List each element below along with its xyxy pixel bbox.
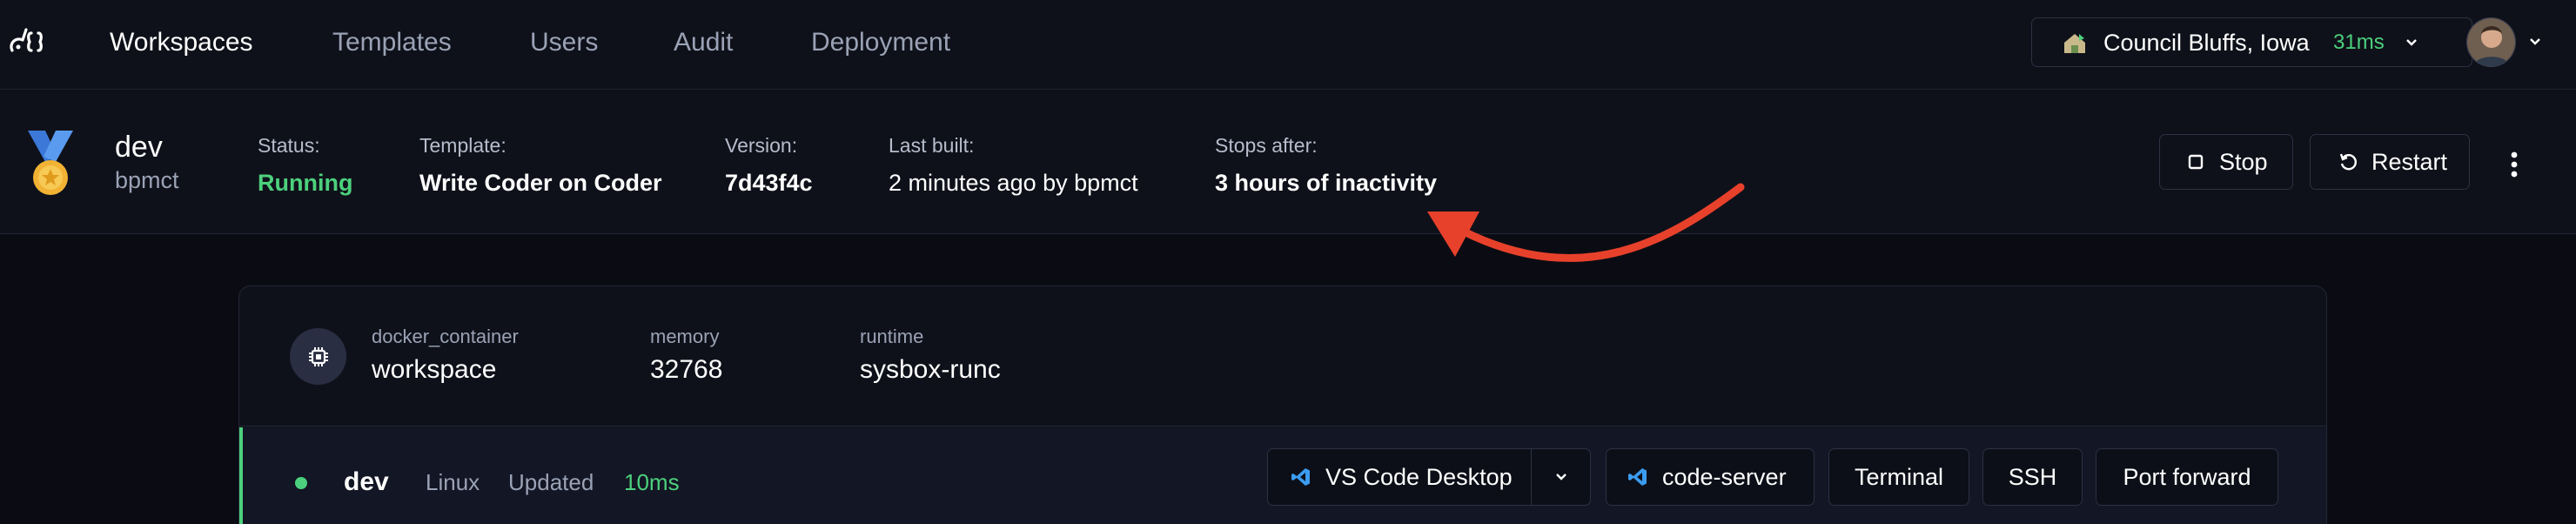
version-label: Version: bbox=[725, 134, 798, 157]
memory-field: memory 32768 bbox=[650, 326, 722, 385]
house-flag-icon bbox=[2064, 34, 2085, 53]
stops-after-label: Stops after: bbox=[1215, 134, 1318, 157]
workspace-owner: bpmct bbox=[115, 167, 179, 193]
proxy-latency: 31ms bbox=[2333, 30, 2385, 54]
version-link[interactable]: 7d43f4c bbox=[725, 170, 813, 197]
agent-os: Linux bbox=[426, 469, 480, 495]
ssh-button[interactable]: SSH bbox=[1982, 448, 2083, 506]
runtime-label: runtime bbox=[860, 326, 924, 347]
chip-icon bbox=[290, 328, 346, 385]
code-server-button[interactable]: code-server bbox=[1606, 448, 1815, 506]
workspace-name: dev bbox=[115, 131, 163, 164]
code-server-label: code-server bbox=[1662, 463, 1787, 490]
medal-icon bbox=[28, 131, 73, 195]
memory-value: 32768 bbox=[650, 355, 723, 384]
resource-card: docker_container workspace memory 32768 … bbox=[238, 286, 2327, 524]
stop-icon bbox=[2188, 154, 2204, 170]
version-stat: Version: 7d43f4c bbox=[725, 134, 813, 197]
agent-latency: 10ms bbox=[624, 469, 680, 495]
proxy-selector[interactable]: Council Bluffs, Iowa 31ms bbox=[2031, 17, 2472, 67]
nav-users[interactable]: Users bbox=[530, 28, 598, 57]
last-built-label: Last built: bbox=[889, 134, 975, 157]
workspace-header: dev bpmct Status: Running Template: Writ… bbox=[0, 91, 2576, 234]
vscode-desktop-button[interactable]: VS Code Desktop bbox=[1267, 448, 1531, 506]
resource-type: docker_container bbox=[372, 326, 519, 347]
template-label: Template: bbox=[419, 134, 506, 157]
resource-name: workspace bbox=[372, 355, 497, 384]
template-link[interactable]: Write Coder on Coder bbox=[419, 170, 662, 197]
port-forward-label: Port forward bbox=[2123, 463, 2251, 490]
status-label: Status: bbox=[258, 134, 320, 157]
top-navbar: Workspaces Templates Users Audit Deploym… bbox=[0, 0, 2576, 90]
nav-workspaces[interactable]: Workspaces bbox=[110, 28, 253, 57]
chevron-down-icon bbox=[1555, 474, 1566, 480]
terminal-label: Terminal bbox=[1854, 463, 1944, 490]
agent-updated-label: Updated bbox=[508, 469, 594, 495]
stop-button-label: Stop bbox=[2219, 148, 2268, 175]
resource-type-field: docker_container workspace bbox=[372, 326, 519, 385]
status-stat: Status: Running bbox=[258, 134, 352, 197]
status-badge: Running bbox=[258, 170, 353, 196]
avatar[interactable] bbox=[2466, 17, 2516, 67]
agent-row: dev Linux Updated 10ms VS Code Desktop c… bbox=[239, 427, 2326, 524]
template-stat: Template: Write Coder on Coder bbox=[419, 134, 662, 197]
restart-button-label: Restart bbox=[2371, 148, 2448, 175]
vscode-options-button[interactable] bbox=[1531, 448, 1591, 506]
vscode-icon bbox=[1291, 468, 1310, 486]
terminal-button[interactable]: Terminal bbox=[1828, 448, 1969, 506]
nav-audit[interactable]: Audit bbox=[674, 28, 733, 57]
vscode-icon bbox=[1628, 468, 1647, 486]
resource-header: docker_container workspace memory 32768 … bbox=[239, 286, 2326, 427]
coder-logo-icon[interactable] bbox=[7, 21, 50, 64]
last-built-stat: Last built: 2 minutes ago by bpmct bbox=[889, 134, 1138, 197]
nav-templates[interactable]: Templates bbox=[332, 28, 452, 57]
vscode-desktop-label: VS Code Desktop bbox=[1325, 463, 1513, 490]
stop-button[interactable]: Stop bbox=[2159, 134, 2293, 190]
chevron-down-icon bbox=[2406, 39, 2417, 46]
memory-label: memory bbox=[650, 326, 720, 347]
proxy-location: Council Bluffs, Iowa bbox=[2103, 30, 2310, 56]
port-forward-button[interactable]: Port forward bbox=[2096, 448, 2278, 506]
nav-deployment[interactable]: Deployment bbox=[811, 28, 950, 57]
chevron-down-icon[interactable] bbox=[2526, 33, 2544, 50]
annotation-arrow bbox=[1427, 183, 1745, 262]
runtime-value: sysbox-runc bbox=[860, 355, 1001, 384]
runtime-field: runtime sysbox-runc bbox=[860, 326, 1001, 385]
restart-button[interactable]: Restart bbox=[2310, 134, 2470, 190]
agent-status-dot bbox=[295, 477, 307, 489]
restart-icon bbox=[2339, 153, 2357, 171]
kebab-menu-icon[interactable] bbox=[2503, 150, 2526, 179]
last-built-value: 2 minutes ago by bpmct bbox=[889, 170, 1138, 196]
ssh-label: SSH bbox=[2008, 463, 2057, 490]
agent-name: dev bbox=[344, 467, 389, 496]
